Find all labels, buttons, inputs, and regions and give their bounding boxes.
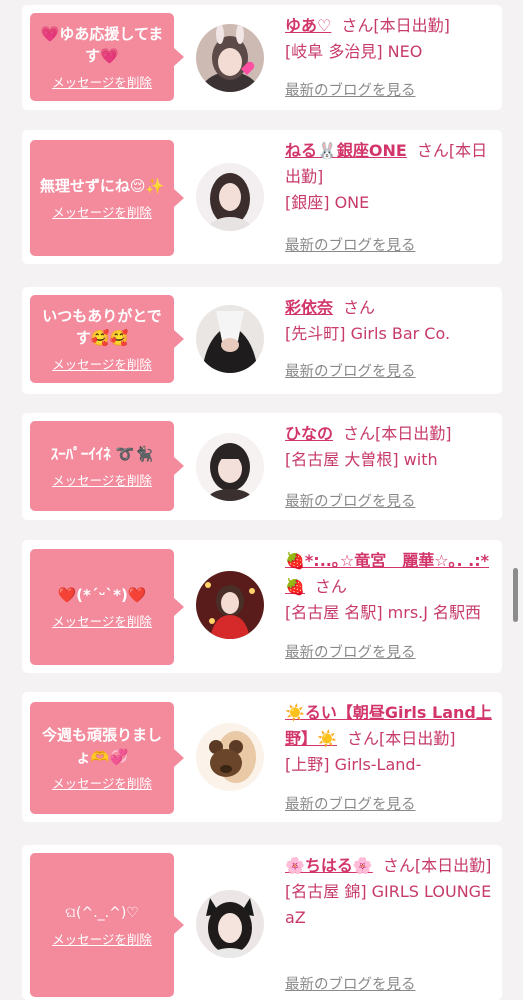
message-bubble: ｽｰﾊﾟｰｲｲﾈ ➰🐈‍⬛ メッセージを削除: [30, 421, 184, 511]
latest-blog-link[interactable]: 最新のブログを見る: [285, 490, 416, 511]
san-label: さん: [382, 856, 415, 875]
latest-blog-link[interactable]: 最新のブログを見る: [285, 793, 416, 814]
cast-info: 🍓*:..｡☆竜宮 麗華☆｡. .:*🍓 さん [名古屋 名駅] mrs.J 名駅…: [285, 548, 495, 626]
status-label: [本日出勤]: [375, 424, 452, 443]
message-bubble: 💗ゆあ応援してます💗 メッセージを削除: [30, 13, 184, 101]
cast-name-link[interactable]: ねる🐰銀座ONE: [285, 141, 407, 160]
message-text: ଘ(^._.^)♡: [65, 905, 139, 921]
shop-label: [名古屋 名駅] mrs.J 名駅西: [285, 603, 482, 622]
cast-info: ねる🐰銀座ONE さん[本日出勤] [銀座] ONE: [285, 138, 495, 216]
message-card: 今週も頑張りましょ🫶💞 メッセージを削除 ☀️るい【朝昼Girls Land上野…: [22, 692, 502, 822]
avatar[interactable]: [196, 433, 264, 501]
message-text: 無理せずにね😌✨: [39, 177, 165, 195]
message-card: いつもありがとです🥰🥰 メッセージを削除 彩依奈 さん [先斗町] Girls B…: [22, 287, 502, 394]
avatar[interactable]: [196, 723, 264, 791]
avatar[interactable]: [196, 305, 264, 373]
san-label: さん: [341, 16, 374, 35]
message-text: ❤️(*´ᵕ`*)❤️: [57, 586, 147, 604]
delete-message-link[interactable]: メッセージを削除: [52, 75, 152, 91]
delete-message-link[interactable]: メッセージを削除: [52, 932, 152, 948]
message-card: ｽｰﾊﾟｰｲｲﾈ ➰🐈‍⬛ メッセージを削除 ひなの さん[本日出勤] [名古屋 …: [22, 413, 502, 520]
avatar[interactable]: [196, 24, 264, 92]
cast-name-link[interactable]: ひなの: [285, 424, 333, 443]
delete-message-link[interactable]: メッセージを削除: [52, 357, 152, 373]
message-text: 💗ゆあ応援してます💗: [40, 25, 164, 65]
message-bubble: ❤️(*´ᵕ`*)❤️ メッセージを削除: [30, 549, 184, 665]
latest-blog-link[interactable]: 最新のブログを見る: [285, 973, 416, 994]
shop-label: [上野] Girls-Land-: [285, 755, 422, 774]
shop-label: [名古屋 大曽根] with: [285, 450, 438, 469]
delete-message-link[interactable]: メッセージを削除: [52, 205, 152, 221]
scrollbar[interactable]: [513, 568, 518, 622]
shop-label: [名古屋 錦] GIRLS LOUNGE aZ: [285, 882, 492, 927]
cast-name-link[interactable]: 彩依奈: [285, 298, 333, 317]
status-label: [本日出勤]: [414, 856, 492, 875]
latest-blog-link[interactable]: 最新のブログを見る: [285, 79, 416, 100]
san-label: さん: [416, 141, 449, 160]
latest-blog-link[interactable]: 最新のブログを見る: [285, 360, 416, 381]
san-label: さん: [343, 424, 376, 443]
delete-message-link[interactable]: メッセージを削除: [52, 614, 152, 630]
cast-name-link[interactable]: 🌸ちはる🌸: [285, 856, 373, 875]
message-card: 無理せずにね😌✨ メッセージを削除 ねる🐰銀座ONE さん[本日出勤] [銀座] …: [22, 130, 502, 264]
message-bubble: 無理せずにね😌✨ メッセージを削除: [30, 140, 184, 256]
cast-info: ひなの さん[本日出勤] [名古屋 大曽根] with: [285, 421, 495, 473]
status-label: [本日出勤]: [378, 729, 456, 748]
delete-message-link[interactable]: メッセージを削除: [52, 473, 152, 489]
message-text: いつもありがとです🥰🥰: [42, 307, 162, 347]
avatar[interactable]: [196, 890, 264, 958]
message-card: ଘ(^._.^)♡ メッセージを削除 🌸ちはる🌸 さん[本日出勤] [名古屋 錦]…: [22, 845, 502, 1000]
latest-blog-link[interactable]: 最新のブログを見る: [285, 234, 416, 255]
cast-name-link[interactable]: ゆあ♡: [285, 16, 331, 35]
message-card: 💗ゆあ応援してます💗 メッセージを削除 ゆあ♡ さん[本日出勤] [岐阜 多治見]…: [22, 5, 502, 110]
message-text: ｽｰﾊﾟｰｲｲﾈ ➰🐈‍⬛: [50, 445, 154, 463]
latest-blog-link[interactable]: 最新のブログを見る: [285, 641, 416, 662]
san-label: さん: [314, 577, 347, 596]
message-bubble: ଘ(^._.^)♡ メッセージを削除: [30, 853, 184, 997]
shop-label: [岐阜 多治見] NEO: [285, 42, 423, 61]
delete-message-link[interactable]: メッセージを削除: [52, 776, 152, 792]
message-bubble: 今週も頑張りましょ🫶💞 メッセージを削除: [30, 702, 184, 814]
san-label: さん: [346, 729, 379, 748]
cast-info: ☀️るい【朝昼Girls Land上野】☀️ さん[本日出勤] [上野] Girl…: [285, 700, 495, 778]
cast-info: 彩依奈 さん [先斗町] Girls Bar Co.: [285, 295, 495, 347]
avatar[interactable]: [196, 163, 264, 231]
san-label: さん: [343, 298, 376, 317]
avatar[interactable]: [196, 571, 264, 639]
cast-info: 🌸ちはる🌸 さん[本日出勤] [名古屋 錦] GIRLS LOUNGE aZ: [285, 853, 495, 931]
shop-label: [銀座] ONE: [285, 193, 370, 212]
shop-label: [先斗町] Girls Bar Co.: [285, 324, 451, 343]
message-bubble: いつもありがとです🥰🥰 メッセージを削除: [30, 295, 184, 383]
message-text: 今週も頑張りましょ🫶💞: [41, 726, 162, 766]
cast-info: ゆあ♡ さん[本日出勤] [岐阜 多治見] NEO: [285, 13, 495, 65]
status-label: [本日出勤]: [373, 16, 450, 35]
message-card: ❤️(*´ᵕ`*)❤️ メッセージを削除 🍓*:..｡☆竜宮 麗華☆｡. .:*…: [22, 540, 502, 673]
